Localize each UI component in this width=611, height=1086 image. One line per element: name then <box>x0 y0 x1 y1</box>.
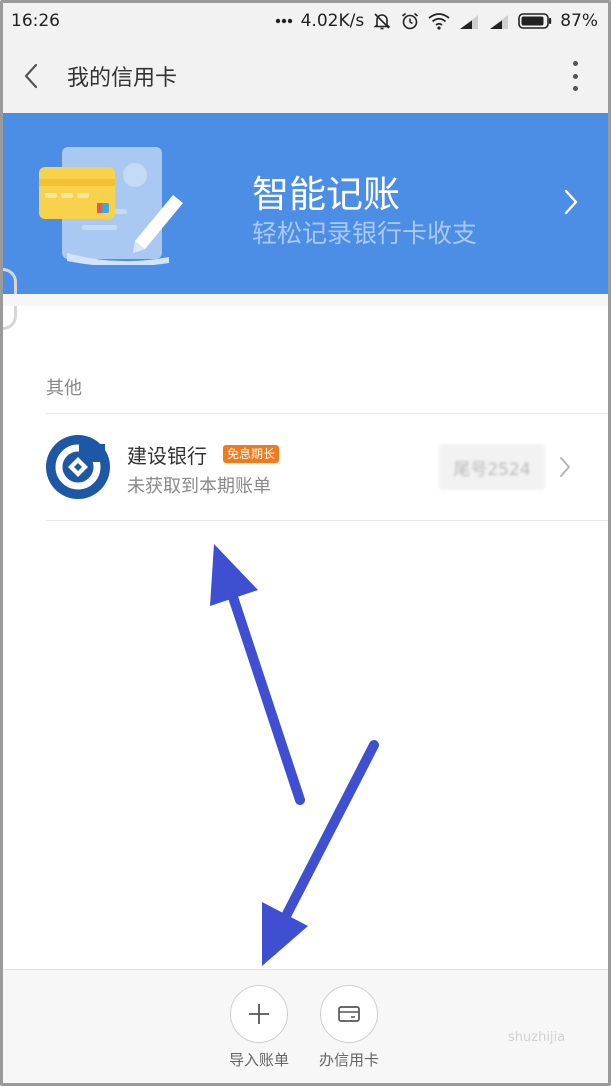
chevron-right-icon <box>559 456 571 482</box>
network-speed: 4.02K/s <box>300 11 365 31</box>
wifi-icon <box>428 12 450 30</box>
plus-icon <box>230 985 288 1043</box>
section-divider <box>3 294 608 306</box>
battery-level: 87% <box>560 11 598 31</box>
credit-card-row[interactable]: 建设银行 免息期长 未获取到本期账单 尾号2524 <box>3 414 608 521</box>
banner-title: 智能记账 <box>252 173 400 216</box>
battery-icon <box>518 13 552 29</box>
bill-status: 未获取到本期账单 <box>127 476 271 497</box>
bookkeeping-illustration-icon <box>37 145 187 269</box>
status-bar: 16:26 4.02K/s 87% <box>3 3 608 39</box>
section-label: 其他 <box>46 378 82 399</box>
watermark: shuzhijia <box>508 1030 566 1045</box>
ccb-logo-icon <box>46 435 110 499</box>
apply-card-label: 办信用卡 <box>318 1051 379 1069</box>
chevron-right-icon <box>563 188 579 220</box>
alarm-icon <box>400 11 420 31</box>
mute-bell-icon <box>372 11 392 31</box>
status-indicators: 4.02K/s 87% <box>275 11 598 31</box>
more-vertical-icon[interactable] <box>570 61 580 91</box>
banner-subtitle: 轻松记录银行卡收支 <box>252 219 478 248</box>
card-tail-number: 尾号2524 <box>439 444 545 490</box>
bottom-action-bar: 导入账单 办信用卡 <box>3 969 608 1083</box>
arrow-up-annotation <box>210 544 305 805</box>
divider <box>46 520 608 521</box>
import-bill-button[interactable]: 导入账单 <box>214 985 304 1070</box>
apply-card-button[interactable]: 办信用卡 <box>304 985 394 1070</box>
signal-icon <box>458 13 480 29</box>
chevron-left-icon[interactable] <box>3 39 59 113</box>
bank-name: 建设银行 <box>127 444 207 468</box>
interest-free-badge: 免息期长 <box>223 445 280 463</box>
arrow-down-annotation <box>262 740 379 966</box>
import-bill-label: 导入账单 <box>228 1051 289 1069</box>
title-bar: 我的信用卡 <box>3 39 608 113</box>
page-title: 我的信用卡 <box>67 66 178 91</box>
status-time: 16:26 <box>11 11 60 31</box>
notification-dots-icon <box>275 18 293 24</box>
signal-icon <box>488 13 510 29</box>
card-icon <box>320 985 378 1043</box>
